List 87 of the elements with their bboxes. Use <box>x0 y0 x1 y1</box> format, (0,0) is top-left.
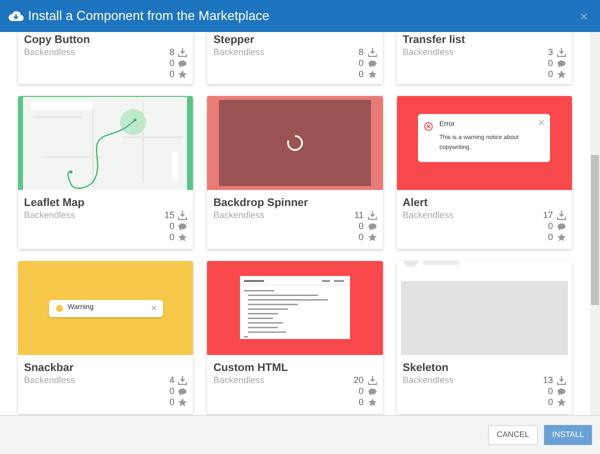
download-icon <box>556 211 566 220</box>
cancel-button[interactable]: CANCEL <box>488 425 538 445</box>
comment-icon <box>178 388 188 396</box>
stat-count: 0 <box>548 68 553 81</box>
card-title: Copy Button <box>24 33 91 47</box>
star-icon <box>556 398 566 407</box>
card-title: Snackbar <box>24 361 75 375</box>
star-icon <box>178 233 188 242</box>
card-author: Backendless <box>213 210 264 221</box>
stat-count: 4 <box>169 374 174 387</box>
card-author: Backendless <box>213 375 264 386</box>
download-icon <box>368 48 377 57</box>
star-icon <box>556 233 566 242</box>
stat-count: 20 <box>354 374 364 387</box>
stat-count: 8 <box>358 46 364 59</box>
stat-count: 0 <box>358 396 364 409</box>
download-icon <box>178 376 188 385</box>
comment-icon <box>556 388 566 396</box>
stat-count: 0 <box>548 56 553 70</box>
spinner-icon <box>286 134 304 152</box>
card-title: Transfer list <box>402 33 466 47</box>
component-card[interactable]: Custom HTML Backendless 20 0 0 <box>207 261 383 414</box>
stat-count: 0 <box>358 220 364 233</box>
stat-count: 0 <box>169 68 174 81</box>
star-icon <box>368 233 377 242</box>
download-icon <box>178 48 188 57</box>
download-icon <box>178 211 188 220</box>
component-card[interactable]: Leaflet Map Backendless 15 0 0 <box>18 96 194 249</box>
comment-icon <box>556 60 566 68</box>
comment-icon <box>178 60 188 68</box>
card-author: Backendless <box>213 47 264 58</box>
download-icon <box>556 376 566 385</box>
card-title: Alert <box>402 196 429 210</box>
stat-count: 0 <box>548 220 553 233</box>
star-icon <box>368 70 377 79</box>
stat-count: 0 <box>358 230 364 244</box>
component-card[interactable]: Copy Button Backendless 8 0 0 <box>18 32 194 84</box>
card-author: Backendless <box>24 47 76 58</box>
stat-count: 0 <box>358 384 364 398</box>
comment-icon <box>368 388 377 396</box>
card-title: Stepper <box>213 33 256 47</box>
component-card[interactable]: Skeleton Backendless 13 0 0 <box>396 261 572 414</box>
stat-count: 15 <box>164 208 174 222</box>
error-icon <box>424 122 434 131</box>
stat-count: 0 <box>358 68 364 81</box>
card-title: Backdrop Spinner <box>213 196 310 210</box>
download-icon <box>556 48 566 57</box>
comment-icon <box>368 60 377 68</box>
card-title: Leaflet Map <box>24 196 86 210</box>
card-title: Custom HTML <box>213 361 289 375</box>
stat-count: 8 <box>169 46 174 59</box>
component-card[interactable]: Transfer list Backendless 3 0 0 <box>396 32 572 84</box>
stat-count: 11 <box>354 208 364 222</box>
download-icon <box>368 211 377 220</box>
card-author: Backendless <box>24 210 76 221</box>
card-author: Backendless <box>402 210 454 221</box>
star-icon <box>368 398 377 407</box>
download-icon <box>368 376 377 385</box>
dialog-title: Install a Component from the Marketplace <box>28 7 270 26</box>
star-icon <box>178 398 188 407</box>
comment-icon <box>556 222 566 230</box>
stat-count: 3 <box>548 46 553 59</box>
stat-count: 17 <box>542 208 553 222</box>
stat-count: 0 <box>169 384 174 398</box>
stat-count: 0 <box>548 384 553 398</box>
component-card[interactable]: Stepper Backendless 8 0 0 <box>207 32 383 84</box>
stat-count: 0 <box>169 56 174 70</box>
cloud-download-icon <box>8 10 24 22</box>
card-title: Skeleton <box>402 361 450 375</box>
comment-icon <box>178 222 188 230</box>
stat-count: 0 <box>169 220 174 233</box>
star-icon <box>178 70 188 79</box>
comment-icon <box>368 222 377 230</box>
stat-count: 0 <box>169 230 174 244</box>
component-card[interactable]: Backdrop Spinner Backendless 11 0 0 <box>207 96 383 249</box>
stat-count: 0 <box>169 396 174 409</box>
close-icon <box>152 306 156 310</box>
card-author: Backendless <box>402 47 454 58</box>
stat-count: 13 <box>542 374 553 387</box>
close-icon <box>539 120 544 125</box>
stat-count: 0 <box>548 396 553 409</box>
card-author: Backendless <box>24 375 76 386</box>
star-icon <box>556 70 566 79</box>
stat-count: 0 <box>548 230 553 244</box>
stat-count: 0 <box>358 56 364 70</box>
scrollbar[interactable] <box>590 32 600 415</box>
card-author: Backendless <box>402 375 454 386</box>
